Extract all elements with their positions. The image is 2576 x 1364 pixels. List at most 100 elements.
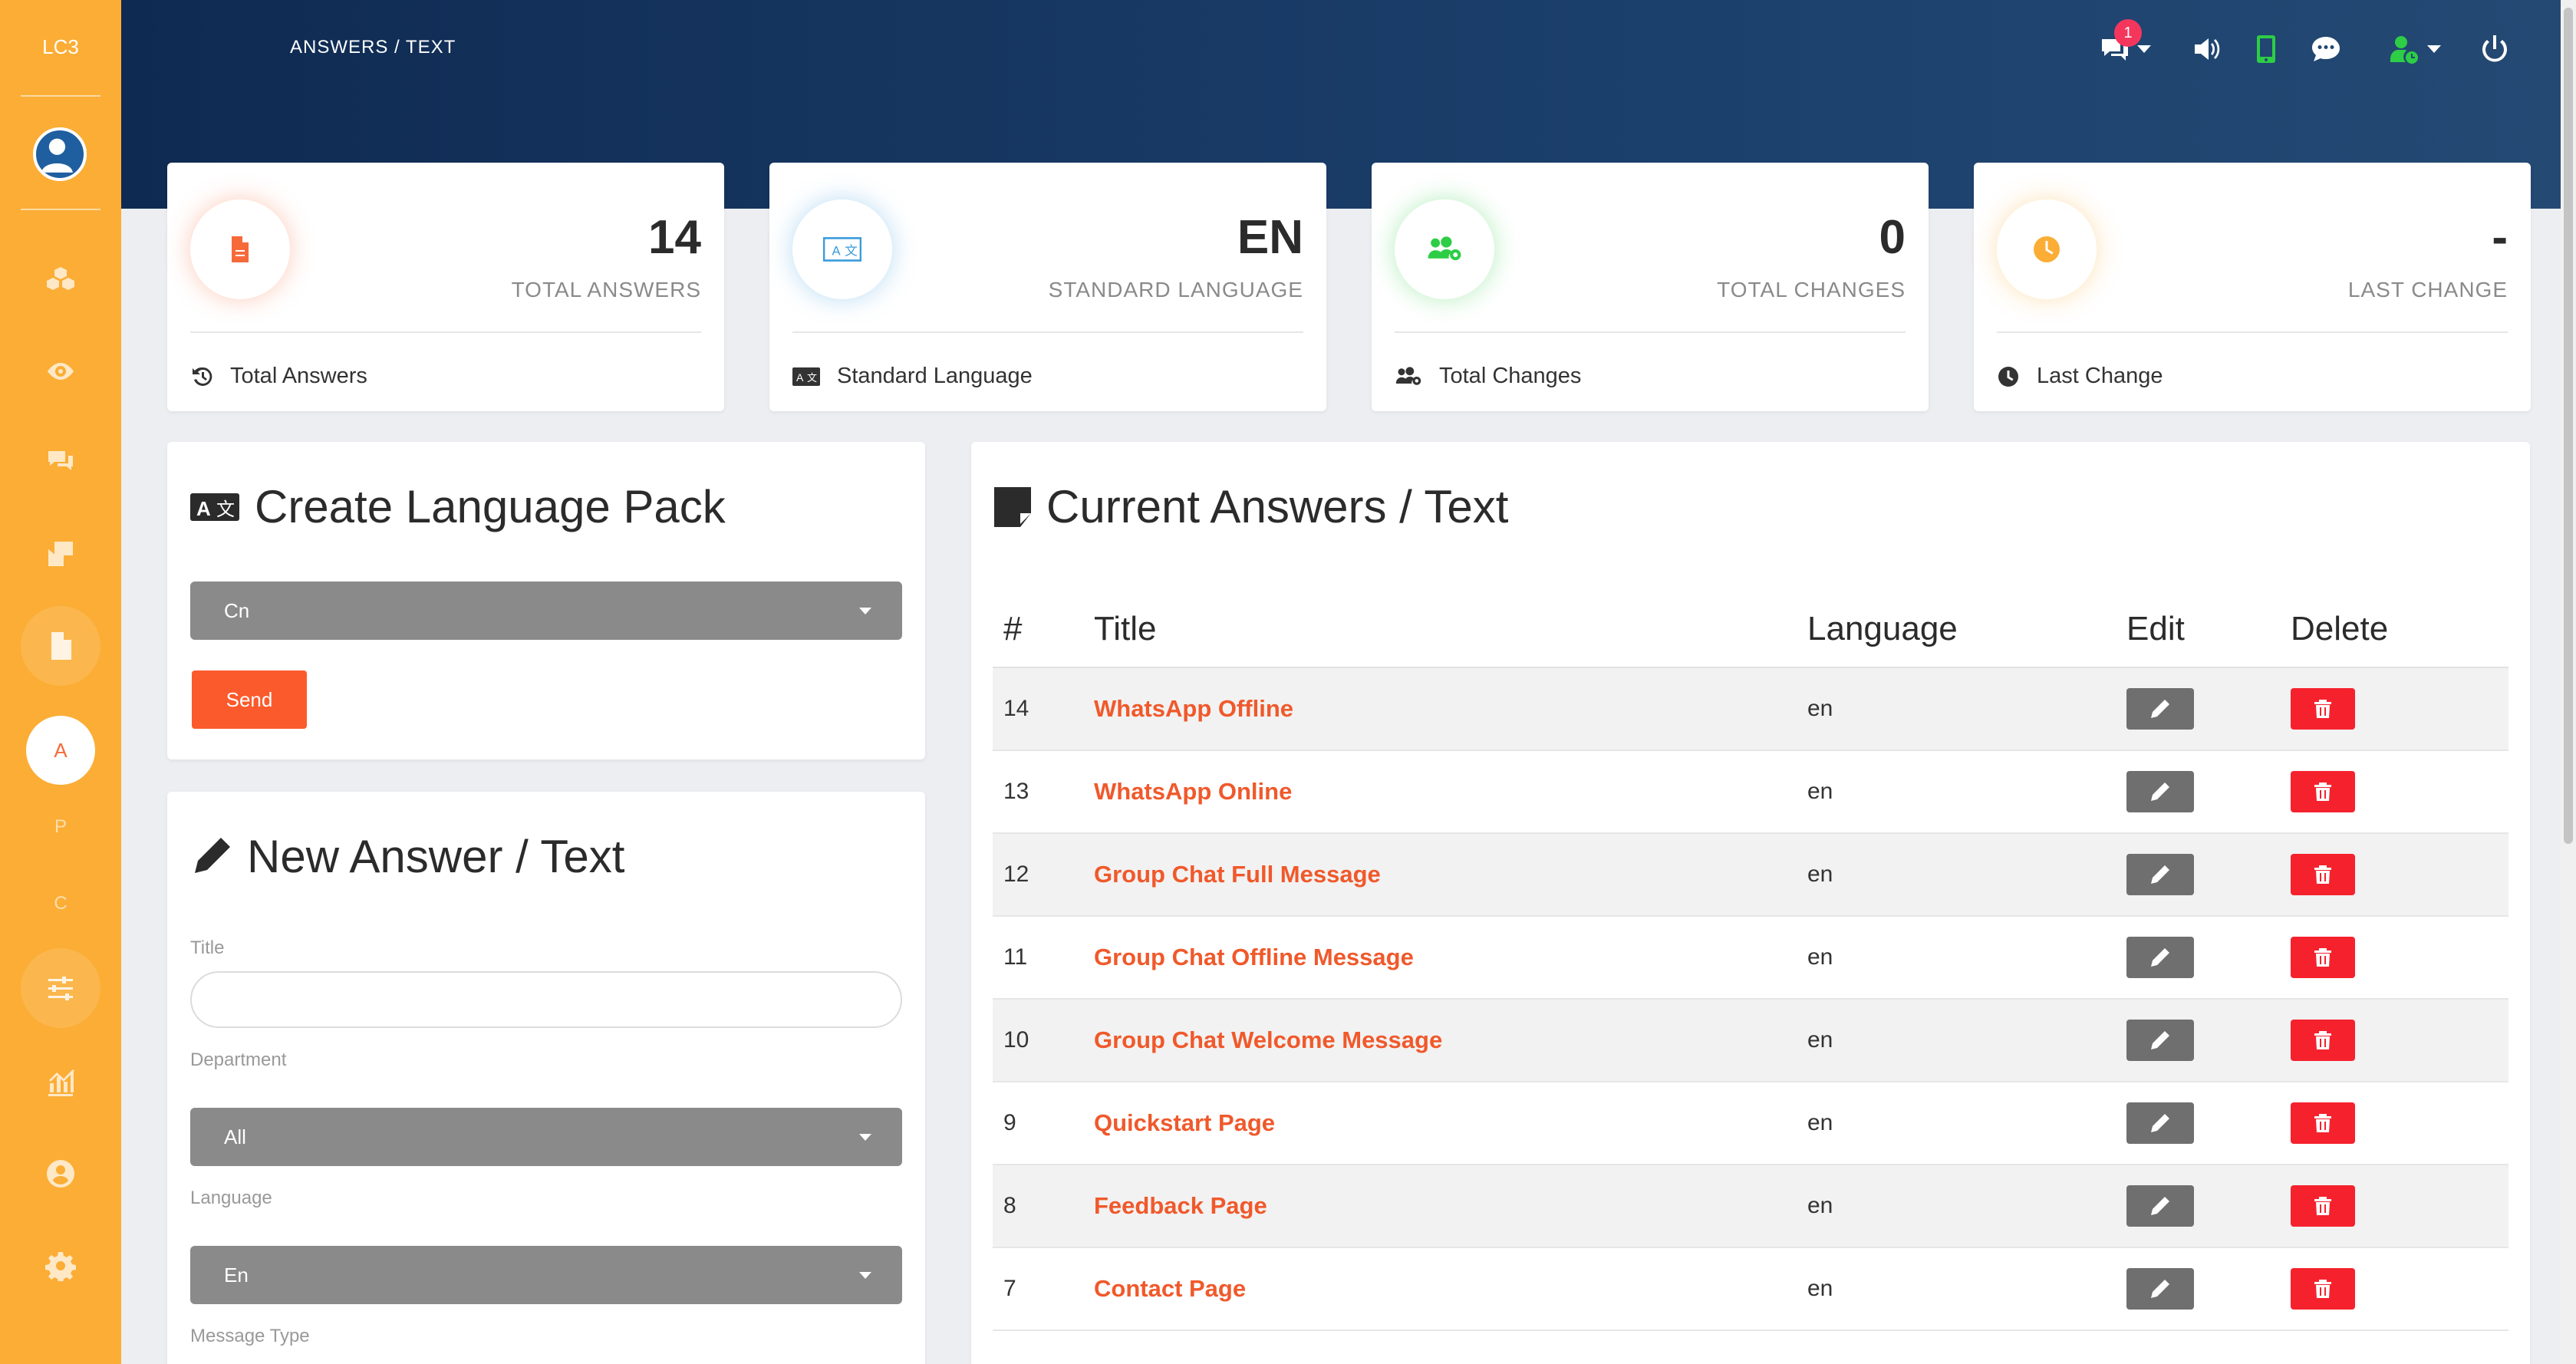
row-number: 9 xyxy=(993,1082,1094,1165)
delete-cell xyxy=(2291,999,2508,1082)
sidebar-letter-c[interactable]: C xyxy=(54,893,67,914)
stat-card-total-answers: 14 TOTAL ANSWERS Total Answers xyxy=(167,163,724,411)
caret-down-icon xyxy=(859,608,871,614)
brand-logo[interactable]: LC3 xyxy=(0,35,121,59)
chevron-down-icon xyxy=(2427,45,2441,53)
table-row: 10 Group Chat Welcome Message en xyxy=(993,999,2508,1082)
user-status-dropdown[interactable] xyxy=(2389,33,2441,65)
title-label: Title xyxy=(190,937,225,958)
sidebar-item-profile[interactable] xyxy=(42,1155,79,1192)
sidebar: LC3 A P C xyxy=(0,0,121,1364)
stat-value: 14 xyxy=(648,211,701,264)
row-number: 13 xyxy=(993,750,1094,834)
pencil-icon xyxy=(2151,782,2169,801)
stat-value: - xyxy=(2492,211,2508,264)
page-scrollbar[interactable] xyxy=(2561,0,2576,1364)
answer-title-link[interactable]: Group Chat Offline Message xyxy=(1094,916,1807,1000)
sidebar-item-statistics[interactable] xyxy=(42,1063,79,1100)
stat-icon-wrap xyxy=(1395,199,1494,299)
delete-button[interactable] xyxy=(2291,1102,2355,1144)
divider xyxy=(190,331,701,333)
edit-button[interactable] xyxy=(2126,688,2194,730)
volume-icon xyxy=(2195,38,2220,60)
stat-icon-wrap: A文 xyxy=(792,199,892,299)
delete-cell xyxy=(2291,667,2508,751)
stat-footer-text: Standard Language xyxy=(837,364,1033,388)
mobile-status[interactable] xyxy=(2250,33,2282,65)
edit-button[interactable] xyxy=(2126,937,2194,978)
row-number: 7 xyxy=(993,1247,1094,1331)
stat-footer-text: Total Changes xyxy=(1439,364,1582,388)
delete-button[interactable] xyxy=(2291,771,2355,812)
comment-dots-icon xyxy=(2312,37,2340,61)
delete-button[interactable] xyxy=(2291,688,2355,730)
logout-button[interactable] xyxy=(2479,33,2511,65)
pencil-icon xyxy=(2151,1031,2169,1049)
row-language: en xyxy=(1807,999,2126,1082)
clock-icon xyxy=(1998,366,2018,387)
row-language: en xyxy=(1807,833,2126,917)
delete-button[interactable] xyxy=(2291,937,2355,978)
row-number: 8 xyxy=(993,1165,1094,1248)
answer-title-link[interactable]: WhatsApp Online xyxy=(1094,750,1807,834)
sidebar-item-monitor[interactable] xyxy=(42,353,79,390)
trash-icon xyxy=(2314,1114,2331,1132)
sidebar-item-tickets[interactable] xyxy=(42,535,79,572)
sidebar-item-settings[interactable] xyxy=(42,1247,79,1284)
avatar[interactable] xyxy=(33,127,87,181)
language-pack-select[interactable]: Cn xyxy=(190,582,902,640)
scrollbar-thumb[interactable] xyxy=(2564,8,2573,844)
edit-button[interactable] xyxy=(2126,1020,2194,1061)
notification-badge: 1 xyxy=(2114,19,2142,47)
edit-button[interactable] xyxy=(2126,854,2194,895)
delete-button[interactable] xyxy=(2291,1020,2355,1061)
delete-button[interactable] xyxy=(2291,1185,2355,1227)
table-row: 14 WhatsApp Offline en xyxy=(993,667,2508,751)
edit-button[interactable] xyxy=(2126,1102,2194,1144)
answer-title-link[interactable]: Group Chat Welcome Message xyxy=(1094,999,1807,1082)
title-input[interactable] xyxy=(190,971,902,1028)
answer-title-link[interactable]: WhatsApp Offline xyxy=(1094,667,1807,751)
answer-title-link[interactable]: Contact Page xyxy=(1094,1247,1807,1331)
delete-button[interactable] xyxy=(2291,854,2355,895)
sidebar-divider xyxy=(21,95,100,97)
answer-title-link[interactable]: Quickstart Page xyxy=(1094,1082,1807,1165)
table-row: 9 Quickstart Page en xyxy=(993,1082,2508,1165)
sidebar-item-answers[interactable] xyxy=(21,606,100,686)
sidebar-letter-a[interactable]: A xyxy=(26,716,95,785)
sound-toggle[interactable] xyxy=(2192,33,2224,65)
select-value: En xyxy=(224,1263,249,1287)
department-select[interactable]: All xyxy=(190,1108,902,1166)
sidebar-item-dashboard[interactable] xyxy=(42,261,79,298)
answer-title-link[interactable]: Feedback Page xyxy=(1094,1165,1807,1248)
stat-label: TOTAL CHANGES xyxy=(1717,278,1906,301)
stat-icon-wrap xyxy=(1997,199,2097,299)
sidebar-item-settings-sliders[interactable] xyxy=(21,948,100,1028)
edit-button[interactable] xyxy=(2126,771,2194,812)
stat-card-standard-language: A文 EN STANDARD LANGUAGE A文 Standard Lang… xyxy=(769,163,1326,411)
edit-cell xyxy=(2126,667,2291,751)
pencil-icon xyxy=(195,837,230,873)
column-header-edit: Edit xyxy=(2126,595,2291,668)
chat-button[interactable] xyxy=(2310,33,2342,65)
notifications-dropdown[interactable]: 1 xyxy=(2099,19,2151,65)
language-select[interactable]: En xyxy=(190,1246,902,1304)
mail-bulk-icon xyxy=(48,542,73,566)
gear-icon xyxy=(45,1252,76,1281)
edit-button[interactable] xyxy=(2126,1268,2194,1310)
delete-button[interactable] xyxy=(2291,1268,2355,1310)
svg-text:A: A xyxy=(796,371,804,384)
send-button[interactable]: Send xyxy=(192,670,307,729)
file-icon xyxy=(232,236,249,262)
caret-down-icon xyxy=(859,1272,871,1279)
row-number: 14 xyxy=(993,667,1094,751)
edit-button[interactable] xyxy=(2126,1185,2194,1227)
power-icon xyxy=(2482,35,2507,62)
stat-footer-text: Total Answers xyxy=(230,364,367,388)
sidebar-item-chats[interactable] xyxy=(42,443,79,480)
create-language-pack-panel: A文 Create Language Pack Cn Send xyxy=(167,442,925,759)
answer-title-link[interactable]: Group Chat Full Message xyxy=(1094,833,1807,917)
sidebar-letter-p[interactable]: P xyxy=(54,816,67,838)
stat-footer: Total Changes xyxy=(1395,364,1581,389)
trash-icon xyxy=(2314,1031,2331,1049)
